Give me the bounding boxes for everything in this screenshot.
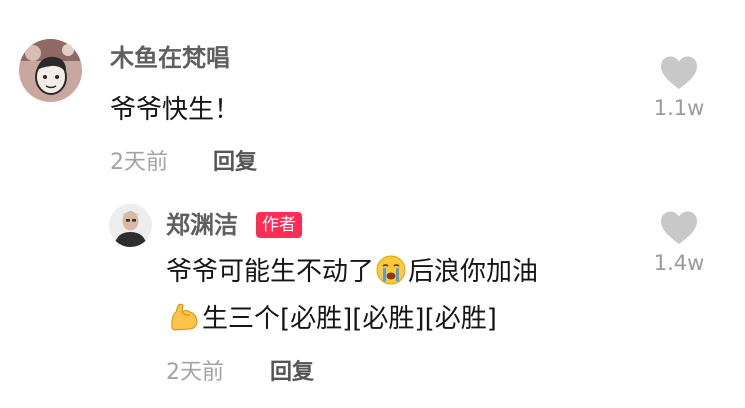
comment-reply-button[interactable]: 回复 [213,149,257,177]
reply-username[interactable]: 郑渊洁 [166,210,238,240]
reply-text-line-1: 爷爷可能生不动了 后浪你加油 [166,250,538,299]
heart-icon [661,211,697,244]
comment-time: 2天前 [110,150,168,175]
reply-text-line-2: 生三个[必胜][必胜][必胜] [166,297,497,346]
reply-reply-button[interactable]: 回复 [270,359,314,387]
author-badge: 作者 [256,212,302,238]
heart-icon [661,56,697,89]
reply-time: 2天前 [166,360,224,385]
reply-text-part-3: 生三个[必胜][必胜][必胜] [202,304,497,334]
reply-text-part-1: 爷爷可能生不动了 [166,257,375,287]
comment-like-button[interactable]: 1.1w [644,55,714,121]
comment-like-count: 1.1w [653,96,705,120]
flexed-biceps-emoji-icon [168,302,200,346]
commenter-username[interactable]: 木鱼在梵唱 [110,43,230,73]
reply-like-count: 1.4w [653,251,705,275]
reply-avatar[interactable] [109,204,152,247]
reply-text-part-2: 后浪你加油 [408,257,539,287]
commenter-avatar[interactable] [19,39,82,102]
crying-face-emoji-icon [376,255,406,299]
comment-text: 爷爷快生！ [110,95,241,125]
reply-like-button[interactable]: 1.4w [644,210,714,276]
